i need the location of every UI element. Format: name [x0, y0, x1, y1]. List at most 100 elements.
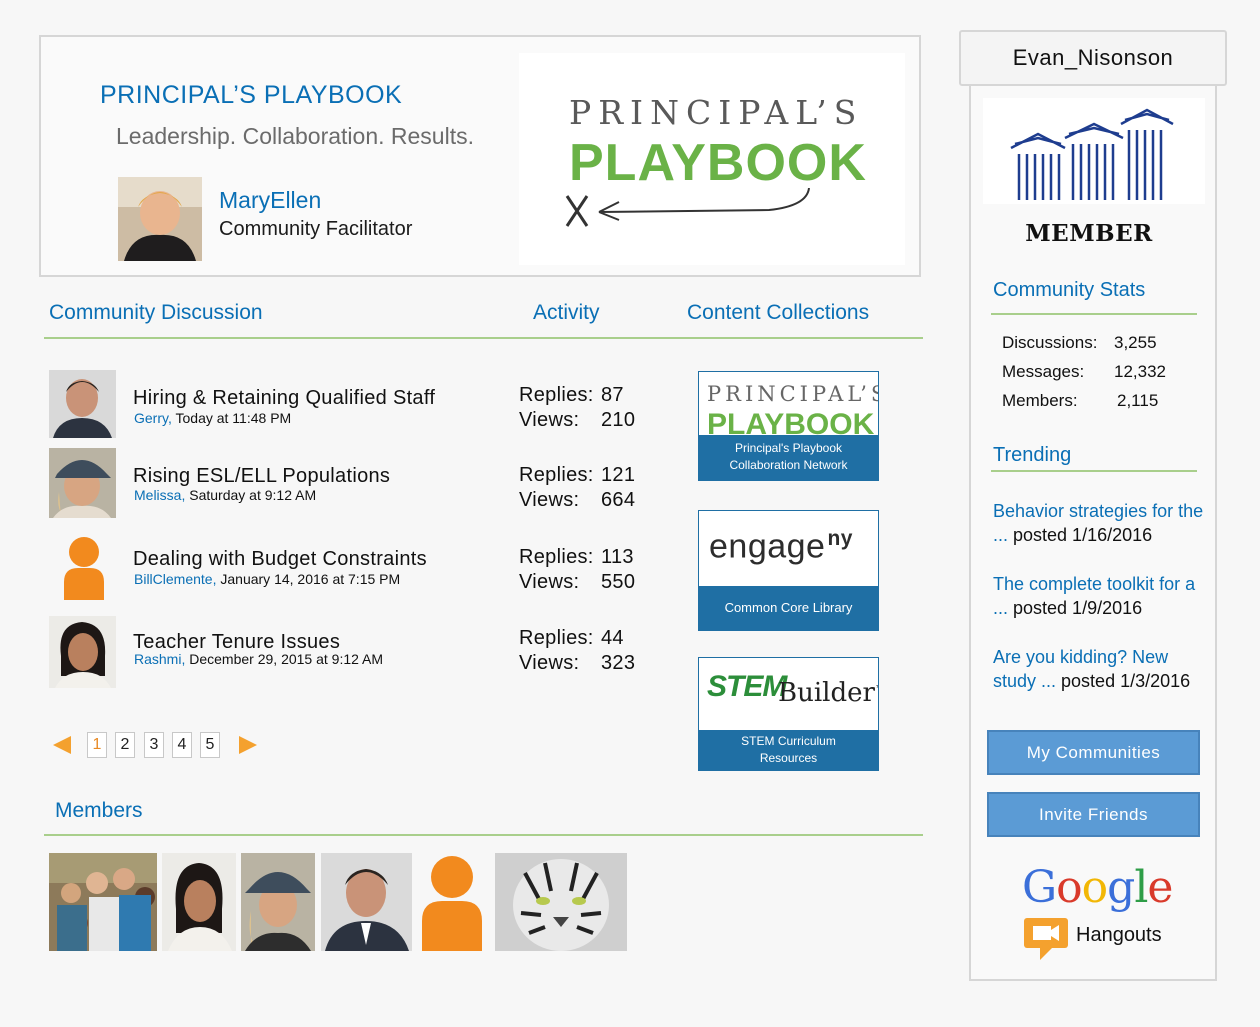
views-stat: Views: 664 — [519, 489, 635, 512]
members-divider — [44, 834, 923, 836]
member-avatar-group[interactable] — [49, 853, 157, 951]
collection-band-line2: Collaboration Network — [729, 458, 848, 472]
hangouts-icon[interactable] — [1022, 916, 1072, 969]
collection-band: Principal's Playbook Collaboration Netwo… — [699, 435, 878, 480]
section-activity[interactable]: Activity — [533, 301, 600, 325]
views-label: Views: — [519, 409, 580, 431]
invite-friends-button[interactable]: Invite Friends — [987, 792, 1200, 837]
section-members[interactable]: Members — [55, 799, 143, 823]
replies-count: 44 — [601, 627, 624, 649]
replies-stat: Replies: 113 — [519, 546, 633, 569]
trending-item: The complete toolkit for a ... posted 1/… — [993, 572, 1213, 620]
replies-count: 113 — [601, 546, 634, 568]
collection-logo-stem: STEM — [707, 670, 787, 703]
google-wordmark: Google — [1022, 862, 1173, 913]
facilitator-role: Community Facilitator — [219, 218, 413, 240]
replies-stat: Replies: 44 — [519, 627, 624, 650]
collection-logo-engage: engageny — [709, 527, 853, 566]
page-5-button[interactable]: 5 — [200, 732, 220, 758]
views-label: Views: — [519, 571, 580, 593]
discussion-author-link[interactable]: Gerry, — [134, 410, 172, 426]
discussion-avatar-rashmi[interactable] — [49, 616, 116, 688]
discussion-meta: BillClemente, January 14, 2016 at 7:15 P… — [134, 571, 400, 587]
discussion-title-link[interactable]: Hiring & Retaining Qualified Staff — [133, 387, 435, 410]
section-community-discussion[interactable]: Community Discussion — [49, 301, 263, 325]
replies-label: Replies: — [519, 546, 594, 568]
facilitator-avatar[interactable] — [118, 177, 202, 261]
collection-engageny[interactable]: engageny Common Core Library — [698, 510, 879, 631]
stat-members-label: Members: — [1002, 391, 1078, 410]
collection-logo-builder: Builder™ — [778, 678, 878, 708]
trending-divider — [991, 470, 1197, 472]
member-avatar-placeholder-icon[interactable] — [420, 855, 484, 951]
discussion-title-link[interactable]: Dealing with Budget Constraints — [133, 548, 427, 571]
community-stats-heading[interactable]: Community Stats — [993, 279, 1145, 302]
member-avatar-tiger[interactable] — [495, 853, 627, 951]
section-divider — [44, 337, 923, 339]
engage-sup: ny — [827, 527, 853, 550]
my-communities-button[interactable]: My Communities — [987, 730, 1200, 775]
member-avatar-gerry[interactable] — [321, 853, 412, 951]
views-count: 210 — [601, 409, 636, 431]
discussion-meta: Melissa, Saturday at 9:12 AM — [134, 487, 316, 503]
views-stat: Views: 323 — [519, 652, 635, 675]
discussion-time: Saturday at 9:12 AM — [185, 487, 317, 503]
discussion-author-link[interactable]: BillClemente, — [134, 571, 216, 587]
discussion-avatar-placeholder-icon[interactable] — [62, 536, 106, 600]
next-page-arrow-icon[interactable] — [238, 735, 258, 760]
stat-messages-label: Messages: — [1002, 362, 1085, 381]
member-avatar-rashmi[interactable] — [162, 853, 236, 951]
discussion-time: December 29, 2015 at 9:12 AM — [185, 651, 384, 667]
google-logo[interactable]: Google — [1022, 862, 1173, 913]
replies-stat: Replies: 87 — [519, 384, 624, 407]
trending-posted: posted 1/16/2016 — [1008, 525, 1153, 545]
logo-text-top: PRINCIPAL’S — [569, 93, 864, 132]
prev-page-arrow-icon[interactable] — [52, 735, 72, 760]
trademark-text: ™ — [875, 684, 878, 694]
collection-stem-builder[interactable]: STEM Builder™ STEM Curriculum Resources — [698, 657, 879, 771]
page-4-button[interactable]: 4 — [172, 732, 192, 758]
trending-item: Are you kidding? New study ... posted 1/… — [993, 645, 1213, 693]
views-label: Views: — [519, 489, 580, 511]
community-tagline: Leadership. Collaboration. Results. — [116, 123, 474, 149]
views-stat: Views: 550 — [519, 571, 635, 594]
username-tab[interactable]: Evan_Nisonson — [959, 30, 1227, 86]
logo-text-bottom: PLAYBOOK — [569, 134, 867, 192]
views-count: 550 — [601, 571, 636, 593]
hangouts-label[interactable]: Hangouts — [1076, 924, 1162, 947]
discussion-avatar-melissa[interactable] — [49, 448, 116, 518]
replies-label: Replies: — [519, 627, 594, 649]
discussion-author-link[interactable]: Rashmi, — [134, 651, 185, 667]
section-content-collections[interactable]: Content Collections — [687, 301, 869, 325]
views-count: 664 — [601, 489, 636, 511]
trending-item: Behavior strategies for the ... posted 1… — [993, 499, 1213, 547]
trending-posted: posted 1/9/2016 — [1008, 598, 1143, 618]
page-2-button[interactable]: 2 — [115, 732, 135, 758]
page-3-button[interactable]: 3 — [144, 732, 164, 758]
playbook-logo: PRINCIPAL’S PLAYBOOK — [519, 53, 905, 265]
views-stat: Views: 210 — [519, 409, 635, 432]
replies-label: Replies: — [519, 384, 594, 406]
facilitator-name-link[interactable]: MaryEllen — [219, 187, 321, 214]
collection-principals-playbook[interactable]: PRINCIPAL’S PLAYBOOK Principal's Playboo… — [698, 371, 879, 481]
community-title: PRINCIPAL’S PLAYBOOK — [100, 81, 403, 109]
trending-heading[interactable]: Trending — [993, 444, 1071, 467]
discussion-avatar-gerry[interactable] — [49, 370, 116, 438]
discussion-time: Today at 11:48 PM — [171, 410, 292, 426]
discussion-author-link[interactable]: Melissa, — [134, 487, 185, 503]
discussion-meta: Rashmi, December 29, 2015 at 9:12 AM — [134, 651, 383, 667]
membership-level: MEMBER — [1025, 220, 1153, 247]
columns-icon — [983, 98, 1205, 204]
page-1-button[interactable]: 1 — [87, 732, 107, 758]
collection-band-line1: Principal's Playbook — [734, 441, 842, 455]
views-label: Views: — [519, 652, 580, 674]
engage-text: engage — [709, 527, 826, 566]
stat-messages-value: 12,332 — [1114, 362, 1166, 381]
discussion-title-link[interactable]: Rising ESL/ELL Populations — [133, 465, 390, 488]
community-banner: PRINCIPAL’S PLAYBOOK Leadership. Collabo… — [39, 35, 921, 277]
stat-members-value: 2,115 — [1117, 391, 1159, 410]
replies-count: 121 — [601, 464, 636, 486]
stat-discussions-label: Discussions: — [1002, 333, 1098, 352]
member-avatar-melissa[interactable] — [241, 853, 315, 951]
collection-band-line1: Common Core Library — [724, 600, 853, 615]
